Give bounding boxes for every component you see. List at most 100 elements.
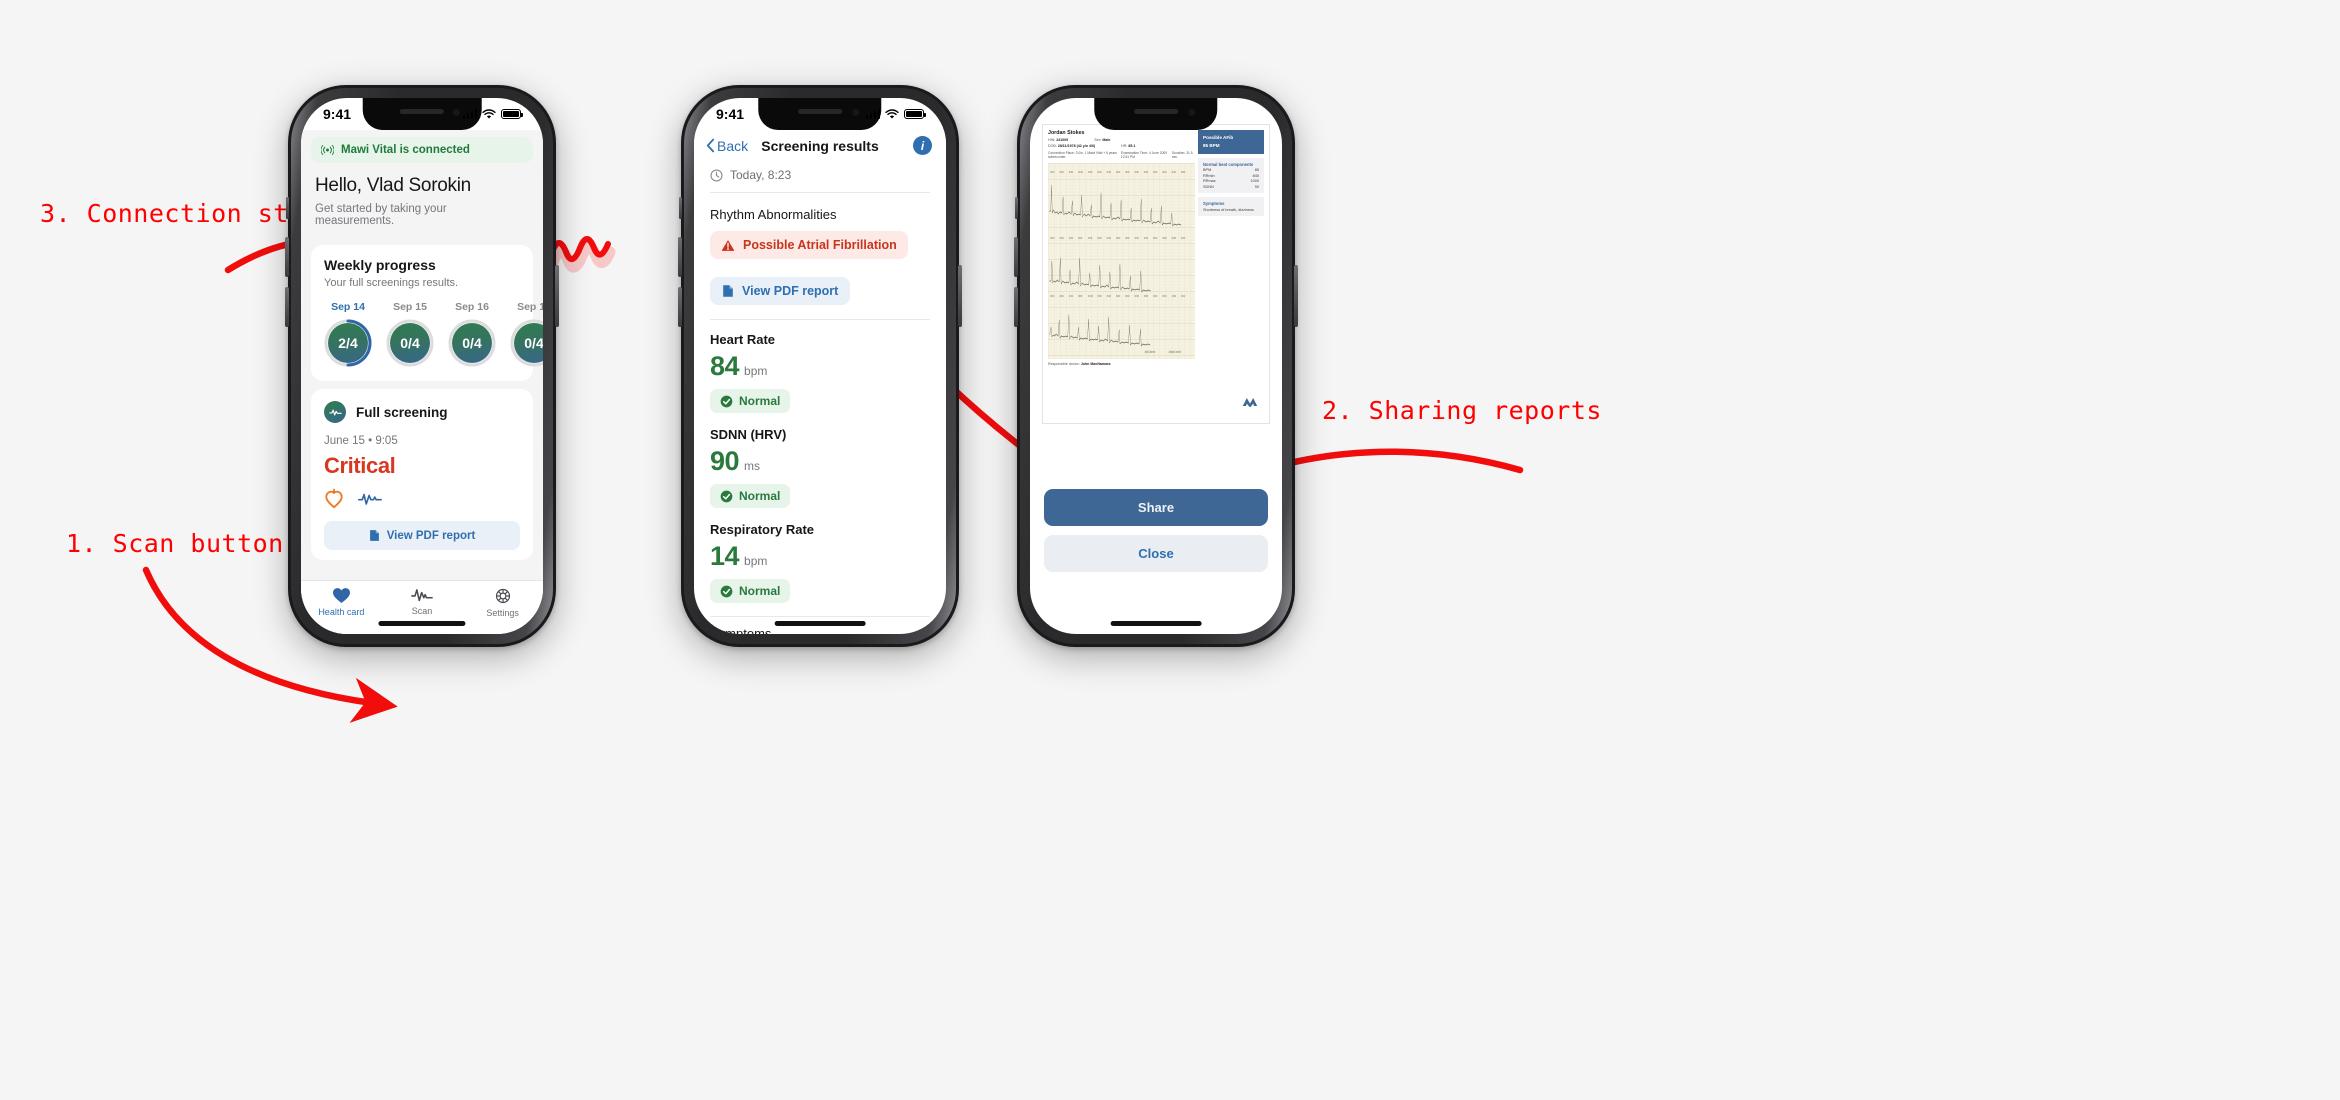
svg-text:RR 960: RR 960 bbox=[1135, 237, 1139, 240]
pdf-duration: Duration: 31.5 sec. bbox=[1171, 150, 1193, 159]
tab-settings[interactable]: Settings bbox=[462, 587, 543, 618]
svg-text:RR 880: RR 880 bbox=[1088, 171, 1092, 174]
vital-unit: bpm bbox=[744, 554, 768, 568]
connection-status-label: Mawi Vital is connected bbox=[341, 144, 470, 156]
tab-settings-label: Settings bbox=[486, 608, 519, 618]
tab-health-card-label: Health card bbox=[318, 607, 365, 617]
svg-text:RR 900: RR 900 bbox=[1116, 237, 1120, 240]
pdf-sidebar-headline: Possible AFib 85 BPM bbox=[1198, 130, 1264, 154]
pdf-footer-value: John MacNamara bbox=[1080, 361, 1111, 366]
pdf-action-buttons: Share Close bbox=[1044, 489, 1268, 572]
tab-health-card[interactable]: Health card bbox=[301, 587, 382, 617]
back-button[interactable]: Back bbox=[706, 138, 748, 154]
progress-day-label: Sep 14 bbox=[331, 301, 365, 313]
volume-down-button[interactable] bbox=[1014, 287, 1018, 327]
progress-ring: 0/4 bbox=[448, 319, 496, 367]
view-pdf-report-label: View PDF report bbox=[742, 284, 839, 298]
chevron-left-icon bbox=[706, 138, 715, 153]
progress-day[interactable]: Sep 17 0/4 bbox=[510, 301, 543, 367]
annotation-label-scan-button: 1. Scan button bbox=[66, 529, 284, 558]
vital-status-label: Normal bbox=[739, 394, 781, 408]
weekly-progress-title: Weekly progress bbox=[324, 257, 436, 273]
svg-text:RR 860: RR 860 bbox=[1060, 295, 1064, 298]
phone2-screen: 9:41 Back Screening results i Today, 8:2… bbox=[694, 98, 946, 634]
cellular-signal-icon bbox=[462, 109, 477, 119]
weekly-progress-subtitle: Your full screenings results. bbox=[324, 277, 459, 289]
divider bbox=[710, 319, 930, 320]
annotation-label-sharing-reports: 2. Sharing reports bbox=[1322, 396, 1602, 425]
pdf-sidebar-bpm: 85 BPM bbox=[1203, 142, 1220, 148]
svg-text:RR 860: RR 860 bbox=[1098, 295, 1102, 298]
weekly-progress-card: Weekly progress Your full screenings res… bbox=[311, 245, 543, 381]
progress-day[interactable]: Sep 15 0/4 bbox=[386, 301, 434, 367]
progress-day[interactable]: Sep 14 2/4 bbox=[324, 301, 372, 367]
info-icon[interactable]: i bbox=[913, 136, 932, 155]
broadcast-icon bbox=[321, 145, 334, 155]
close-button[interactable]: Close bbox=[1044, 535, 1268, 572]
pdf-field-value: 28/11/1978 (42 y/o 4/6) bbox=[1057, 144, 1096, 148]
svg-text:RR 960: RR 960 bbox=[1135, 295, 1139, 298]
svg-text:RR 900: RR 900 bbox=[1116, 295, 1120, 298]
share-button[interactable]: Share bbox=[1044, 489, 1268, 526]
svg-text:RR 880: RR 880 bbox=[1172, 237, 1176, 240]
screening-timestamp-text: Today, 8:23 bbox=[730, 168, 792, 182]
greeting-subtitle: Get started by taking your measurements. bbox=[315, 203, 447, 227]
svg-text:RR 940: RR 940 bbox=[1181, 295, 1185, 298]
progress-day-label: Sep 17 bbox=[517, 301, 543, 313]
vital-value: 84 bbox=[710, 351, 740, 381]
view-pdf-report-button[interactable]: View PDF report bbox=[710, 277, 851, 305]
svg-text:RR 880: RR 880 bbox=[1181, 171, 1185, 174]
svg-text:RR 860: RR 860 bbox=[1107, 171, 1111, 174]
volume-down-button[interactable] bbox=[285, 287, 289, 327]
pdf-field-label: DOB: bbox=[1048, 144, 1057, 148]
full-screening-title: Full screening bbox=[356, 404, 448, 420]
pdf-report-preview[interactable]: Jordan Stokes HIN: 241009 Sex: Male DOB:… bbox=[1042, 124, 1270, 424]
svg-text:RR 860: RR 860 bbox=[1153, 171, 1157, 174]
svg-text:RR 980: RR 980 bbox=[1088, 237, 1092, 240]
power-button[interactable] bbox=[1294, 265, 1298, 327]
phone-screening-results: 9:41 Back Screening results i Today, 8:2… bbox=[678, 85, 962, 647]
mute-switch[interactable] bbox=[1015, 197, 1018, 219]
volume-up-button[interactable] bbox=[678, 237, 682, 277]
mute-switch[interactable] bbox=[286, 197, 289, 219]
vital-unit: ms bbox=[744, 459, 761, 473]
gear-icon bbox=[495, 588, 510, 604]
tab-scan[interactable]: Scan bbox=[382, 587, 463, 616]
ecg-speed-label: Speed: 25mm/sec bbox=[1145, 349, 1156, 354]
pdf-metric-label: RRmin bbox=[1203, 173, 1215, 178]
pdf-metric-label: RRmax bbox=[1203, 179, 1216, 184]
pdf-metric-row: RRmax 1000 bbox=[1203, 179, 1259, 183]
volume-up-button[interactable] bbox=[1014, 237, 1018, 277]
pdf-connection-line: Connection Place: 3.0in. 1 Mawi Vital + … bbox=[1048, 150, 1117, 159]
status-bar: 9:41 bbox=[301, 98, 543, 130]
progress-ring-value: 0/4 bbox=[452, 323, 492, 363]
battery-icon bbox=[904, 109, 926, 119]
abnormality-badge: Possible Atrial Fibrillation bbox=[710, 231, 908, 259]
cellular-signal-icon bbox=[865, 109, 880, 119]
clock-icon bbox=[710, 168, 723, 182]
nav-bar: Back Screening results i bbox=[694, 130, 946, 165]
power-button[interactable] bbox=[555, 265, 559, 327]
pdf-metric-row: RRmin 840 bbox=[1203, 174, 1259, 178]
volume-up-button[interactable] bbox=[285, 237, 289, 277]
svg-text:RR 900: RR 900 bbox=[1163, 295, 1167, 298]
notch bbox=[1094, 98, 1218, 130]
progress-day[interactable]: Sep 16 0/4 bbox=[448, 301, 496, 367]
full-screening-card: Full screening June 15 • 9:05 Critical V… bbox=[311, 389, 533, 560]
svg-text:RR 860: RR 860 bbox=[1098, 237, 1102, 240]
greeting-block: Hello, Vlad Sorokin Get started by takin… bbox=[301, 163, 543, 237]
mute-switch[interactable] bbox=[679, 197, 682, 219]
power-button[interactable] bbox=[958, 265, 962, 327]
home-indicator bbox=[1110, 621, 1202, 626]
svg-text:RR 880: RR 880 bbox=[1144, 295, 1148, 298]
volume-down-button[interactable] bbox=[678, 287, 682, 327]
view-pdf-report-button[interactable]: View PDF report bbox=[324, 521, 520, 550]
pdf-symptoms-title: Symptoms bbox=[1203, 200, 1225, 206]
heart-outline-icon bbox=[325, 488, 343, 508]
pdf-footer: Responsible doctor: John MacNamara bbox=[1048, 362, 1195, 366]
vital-name: SDNN (HRV) bbox=[710, 427, 787, 442]
svg-text:RR 920: RR 920 bbox=[1060, 237, 1064, 240]
pdf-symptoms-card: Symptoms Shortness of breath, dizziness bbox=[1198, 196, 1264, 217]
phone1-content: Mawi Vital is connected Hello, Vlad Soro… bbox=[301, 130, 543, 634]
check-circle-icon bbox=[720, 395, 733, 407]
